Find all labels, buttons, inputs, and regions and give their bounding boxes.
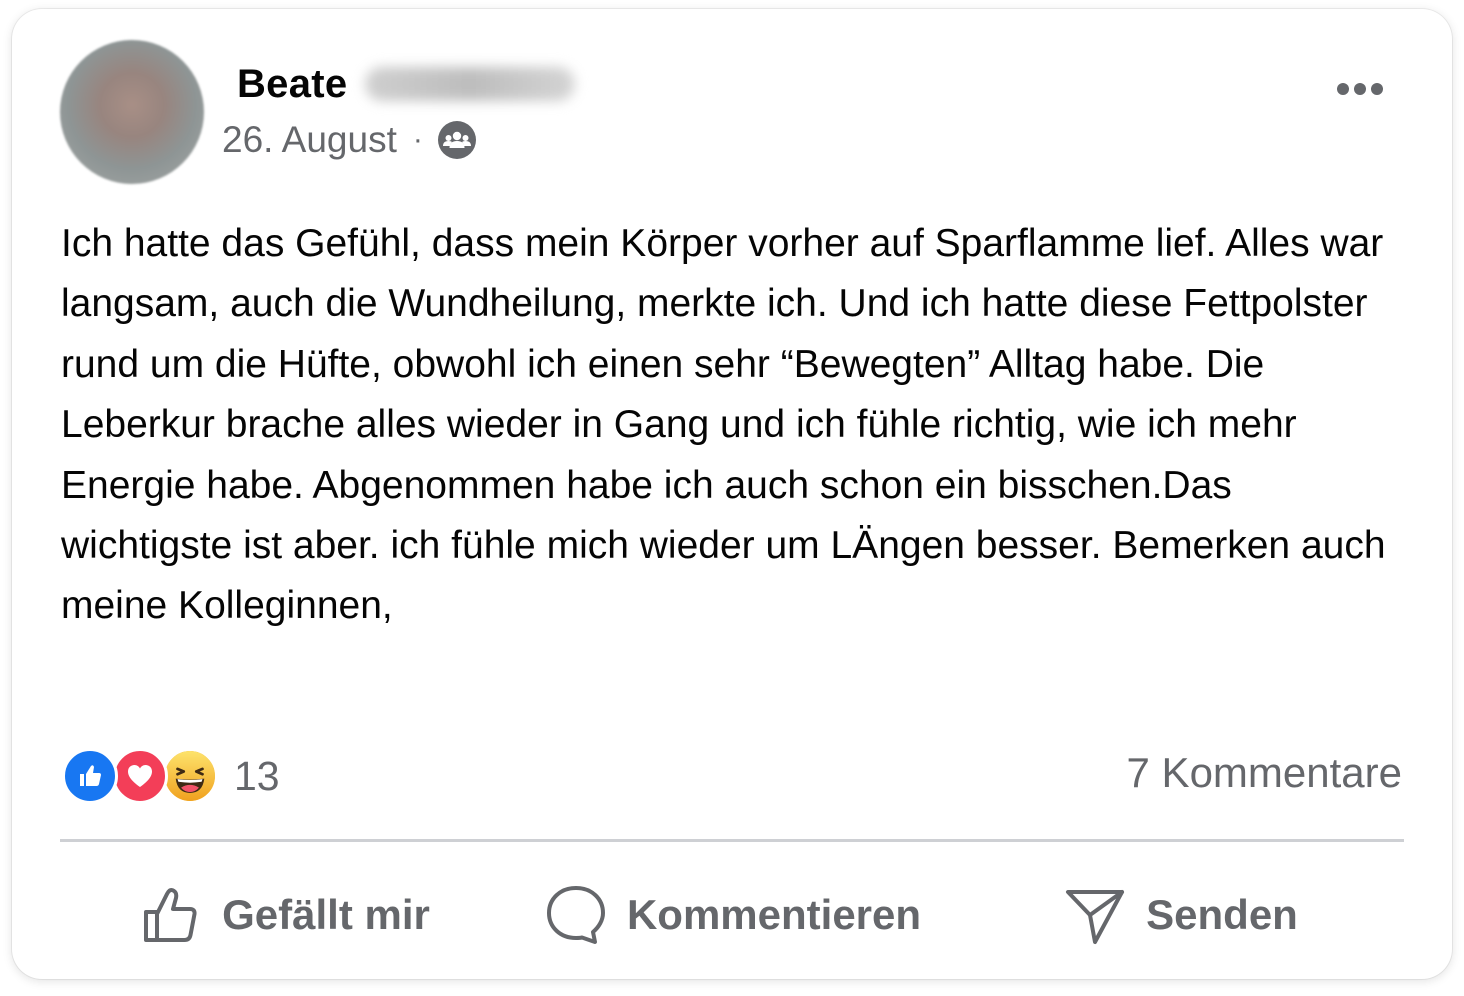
send-icon bbox=[1066, 890, 1125, 944]
like-reaction-icon bbox=[62, 748, 118, 804]
post-actions: Gefällt mir Kommentieren Senden bbox=[60, 869, 1404, 961]
haha-reaction-icon bbox=[162, 748, 218, 804]
more-dot bbox=[1371, 83, 1383, 95]
meta-separator: · bbox=[412, 123, 423, 156]
group-icon[interactable] bbox=[437, 120, 477, 160]
more-options-icon[interactable] bbox=[1328, 69, 1392, 109]
more-dot bbox=[1337, 83, 1349, 95]
post-text: Ich hatte das Gefühl, dass mein Körper v… bbox=[61, 222, 1386, 628]
reactions-summary[interactable]: 13 bbox=[62, 747, 280, 805]
comments-count-link[interactable]: 7 Kommentare bbox=[1127, 749, 1402, 797]
more-dot bbox=[1354, 83, 1366, 95]
love-reaction-icon bbox=[112, 748, 168, 804]
like-button-label: Gefällt mir bbox=[222, 891, 430, 938]
post-card: Beate 26. August · Ich hatte das Gefühl,… bbox=[12, 9, 1452, 979]
post-author[interactable]: Beate bbox=[237, 59, 576, 109]
author-name[interactable]: Beate bbox=[237, 62, 347, 107]
send-button-label: Senden bbox=[1146, 891, 1298, 938]
like-button[interactable]: Gefällt mir bbox=[60, 869, 508, 961]
comment-button[interactable]: Kommentieren bbox=[508, 869, 956, 961]
comment-button-label: Kommentieren bbox=[626, 891, 922, 938]
post-meta: 26. August · bbox=[222, 117, 477, 163]
thumbs-up-icon bbox=[144, 888, 197, 942]
send-button[interactable]: Senden bbox=[956, 869, 1404, 961]
comment-bubble-icon bbox=[546, 886, 605, 944]
post-date[interactable]: 26. August bbox=[222, 119, 397, 161]
author-lastname-blurred bbox=[365, 67, 576, 101]
reaction-count: 13 bbox=[234, 752, 280, 799]
avatar[interactable] bbox=[60, 40, 204, 184]
divider bbox=[60, 839, 1404, 842]
